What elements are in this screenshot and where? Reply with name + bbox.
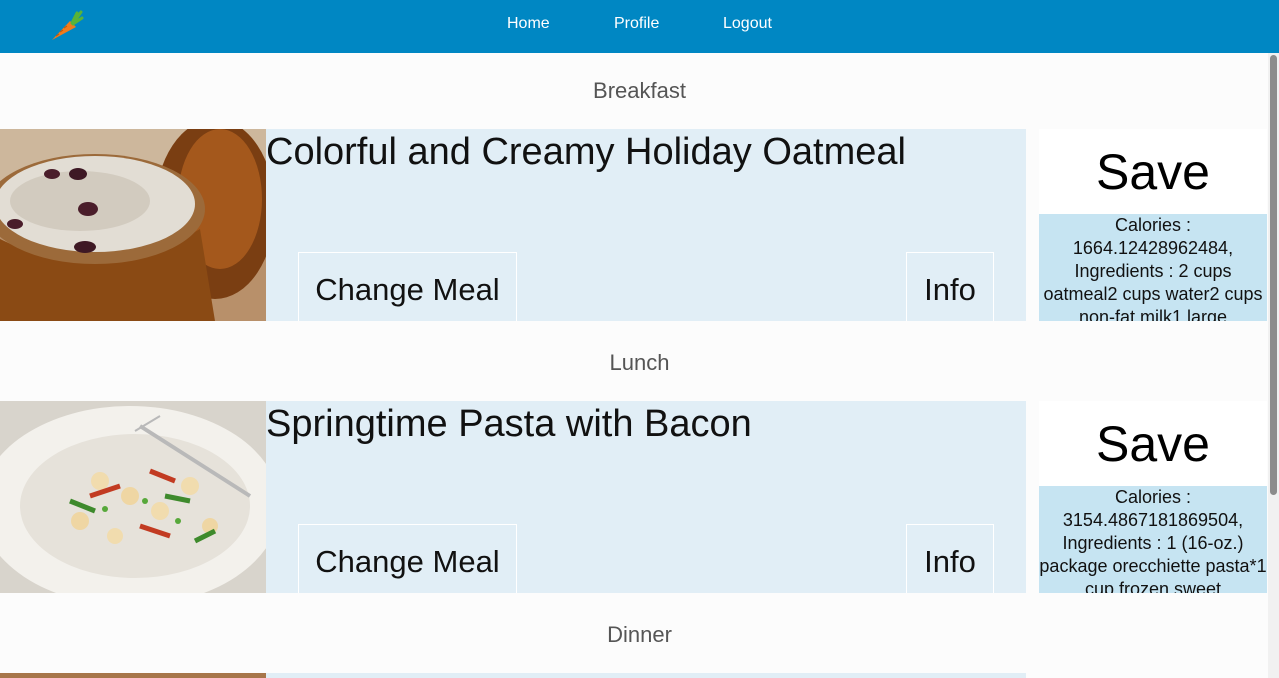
info-button[interactable]: Info xyxy=(906,524,994,593)
meal-card-lunch: Springtime Pasta with Bacon Change Meal … xyxy=(266,401,1026,593)
meal-card-breakfast: Colorful and Creamy Holiday Oatmeal Chan… xyxy=(266,129,1026,321)
meal-side-panel: Save Calories : 3154.4867181869504, Ingr… xyxy=(1039,401,1267,593)
meal-row-breakfast: Colorful and Creamy Holiday Oatmeal Chan… xyxy=(0,129,1279,321)
section-title-lunch: Lunch xyxy=(609,350,670,375)
meal-photo-oatmeal xyxy=(0,129,266,321)
section-title-breakfast: Breakfast xyxy=(593,78,686,103)
change-meal-button[interactable]: Change Meal xyxy=(298,524,517,593)
info-button[interactable]: Info xyxy=(906,252,994,321)
meal-row-dinner xyxy=(0,673,1279,678)
section-title-dinner: Dinner xyxy=(607,622,672,647)
meal-side-panel: Save Calories : 1664.12428962484, Ingred… xyxy=(1039,129,1267,321)
meal-photo-pasta xyxy=(0,401,266,593)
meal-details: Calories : 3154.4867181869504, Ingredien… xyxy=(1039,486,1267,593)
save-button[interactable]: Save xyxy=(1039,129,1267,214)
save-button[interactable]: Save xyxy=(1039,401,1267,486)
meal-name: Colorful and Creamy Holiday Oatmeal xyxy=(266,131,906,173)
carrot-icon[interactable] xyxy=(46,7,84,43)
nav-link-home[interactable]: Home xyxy=(507,0,550,48)
meal-row-lunch: Springtime Pasta with Bacon Change Meal … xyxy=(0,401,1279,593)
nav-link-logout[interactable]: Logout xyxy=(723,0,772,48)
nav-link-profile[interactable]: Profile xyxy=(614,0,659,48)
top-navbar: Home Profile Logout xyxy=(0,0,1279,53)
scrollbar-thumb[interactable] xyxy=(1270,55,1277,495)
meal-details: Calories : 1664.12428962484, Ingredients… xyxy=(1039,214,1267,321)
meal-name: Springtime Pasta with Bacon xyxy=(266,403,752,445)
change-meal-button[interactable]: Change Meal xyxy=(298,252,517,321)
